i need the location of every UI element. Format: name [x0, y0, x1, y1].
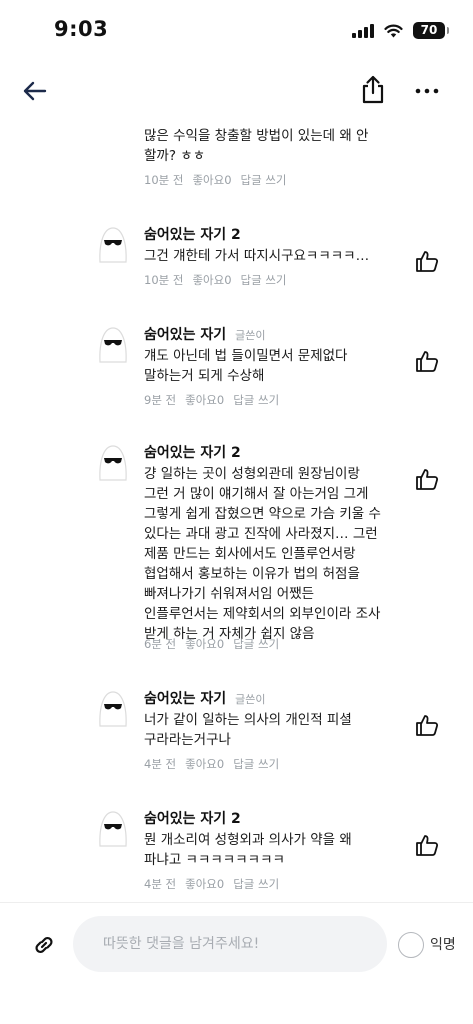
more-horizontal-icon[interactable] [412, 76, 442, 106]
comment-author-line: 숨어있는 자기 2 [144, 442, 241, 462]
reply-button[interactable]: 답글 쓰기 [233, 876, 279, 892]
anonymous-checkbox[interactable] [398, 932, 424, 958]
thumbs-up-icon[interactable] [414, 348, 440, 374]
comment-time: 10분 전 [144, 273, 184, 287]
comment-item: 숨어있는 자기 2 걍 일하는 곳이 성형외관데 원장님이랑 그런 거 많이 얘… [0, 438, 473, 658]
comment-item: 숨어있는 자기 2 뭔 개소리여 성형외과 의사가 약을 왜 파냐고 ㅋㅋㅋㅋㅋ… [0, 804, 473, 900]
battery-icon: 70 [413, 22, 449, 39]
like-count[interactable]: 좋아요0 [185, 636, 224, 652]
thumbs-up-icon[interactable] [414, 832, 440, 858]
comment-list[interactable]: 많은 수익을 창출할 방법이 있는데 왜 안 할까? ㅎㅎ 10분 전 좋아요0… [0, 120, 473, 900]
comment-author-line: 숨어있는 자기 2 [144, 808, 241, 828]
comment-text: 걔도 아닌데 법 들이밀면서 문제없다 말하는거 되게 수상해 [144, 348, 348, 384]
avatar [99, 227, 127, 263]
comment-item: 숨어있는 자기 글쓴이 걔도 아닌데 법 들이밀면서 문제없다 말하는거 되게 … [0, 320, 473, 420]
comment-time: 9분 전 [144, 393, 177, 407]
like-count[interactable]: 좋아요0 [192, 172, 231, 188]
status-bar: 9:03 70 [0, 0, 473, 62]
op-badge: 글쓴이 [235, 329, 266, 342]
comment-meta: 6분 전 좋아요0 답글 쓰기 [144, 636, 279, 652]
comment-author[interactable]: 숨어있는 자기 2 [144, 808, 241, 828]
reply-button[interactable]: 답글 쓰기 [241, 172, 287, 188]
comment-item: 숨어있는 자기 글쓴이 너가 같이 일하는 의사의 개인적 피셜 구라라는거구나… [0, 684, 473, 784]
comment-author-line: 숨어있는 자기 2 [144, 224, 241, 244]
reply-button[interactable]: 답글 쓰기 [241, 272, 287, 288]
thumbs-up-icon[interactable] [414, 466, 440, 492]
comment-input-bar: 익명 [0, 903, 473, 1024]
op-badge: 글쓴이 [235, 693, 266, 706]
comment-text: 뭔 개소리여 성형외과 의사가 약을 왜 파냐고 ㅋㅋㅋㅋㅋㅋㅋㅋ [144, 832, 352, 868]
comment-meta: 9분 전 좋아요0 답글 쓰기 [144, 392, 279, 408]
nav-bar [0, 62, 473, 120]
cellular-signal-icon [352, 23, 374, 38]
comment-meta: 10분 전 좋아요0 답글 쓰기 [144, 172, 287, 188]
comment-meta: 10분 전 좋아요0 답글 쓰기 [144, 272, 287, 288]
comment-meta: 4분 전 좋아요0 답글 쓰기 [144, 876, 279, 892]
comment-item: 숨어있는 자기 2 그건 걔한테 가서 따지시구요ㅋㅋㅋㅋ… 10분 전 좋아요… [0, 216, 473, 306]
comment-author-line: 숨어있는 자기 글쓴이 [144, 688, 266, 708]
wifi-icon [384, 24, 403, 37]
comment-text: 너가 같이 일하는 의사의 개인적 피셜 구라라는거구나 [144, 712, 352, 748]
comment-time: 6분 전 [144, 637, 177, 651]
comment-author[interactable]: 숨어있는 자기 2 [144, 442, 241, 462]
link-icon[interactable] [30, 931, 58, 959]
like-count[interactable]: 좋아요0 [185, 876, 224, 892]
comment-text: 그건 걔한테 가서 따지시구요ㅋㅋㅋㅋ… [144, 248, 370, 264]
avatar [99, 691, 127, 727]
avatar [99, 327, 127, 363]
comment-text: 많은 수익을 창출할 방법이 있는데 왜 안 할까? ㅎㅎ [144, 128, 369, 164]
comment-time: 4분 전 [144, 877, 177, 891]
comment-input[interactable] [73, 916, 387, 972]
comment-author[interactable]: 숨어있는 자기 [144, 688, 226, 708]
comment-text: 걍 일하는 곳이 성형외관데 원장님이랑 그런 거 많이 얘기해서 잘 아는거임… [144, 466, 381, 642]
comment-time: 10분 전 [144, 173, 184, 187]
thumbs-up-icon[interactable] [414, 712, 440, 738]
status-time: 9:03 [54, 17, 109, 41]
reply-button[interactable]: 답글 쓰기 [233, 392, 279, 408]
like-count[interactable]: 좋아요0 [185, 756, 224, 772]
thumbs-up-icon[interactable] [414, 248, 440, 274]
avatar [99, 445, 127, 481]
comment-author-line: 숨어있는 자기 글쓴이 [144, 324, 266, 344]
avatar [99, 811, 127, 847]
comment-meta: 4분 전 좋아요0 답글 쓰기 [144, 756, 279, 772]
arrow-left-icon[interactable] [18, 76, 50, 106]
reply-button[interactable]: 답글 쓰기 [233, 756, 279, 772]
comment-time: 4분 전 [144, 757, 177, 771]
reply-button[interactable]: 답글 쓰기 [233, 636, 279, 652]
share-icon[interactable] [357, 74, 389, 106]
comment-item: 많은 수익을 창출할 방법이 있는데 왜 안 할까? ㅎㅎ 10분 전 좋아요0… [0, 120, 473, 200]
battery-level: 70 [420, 23, 438, 37]
like-count[interactable]: 좋아요0 [185, 392, 224, 408]
status-icons: 70 [352, 22, 449, 39]
comment-author[interactable]: 숨어있는 자기 [144, 324, 226, 344]
comment-author[interactable]: 숨어있는 자기 2 [144, 224, 241, 244]
anonymous-label[interactable]: 익명 [430, 934, 456, 954]
like-count[interactable]: 좋아요0 [192, 272, 231, 288]
